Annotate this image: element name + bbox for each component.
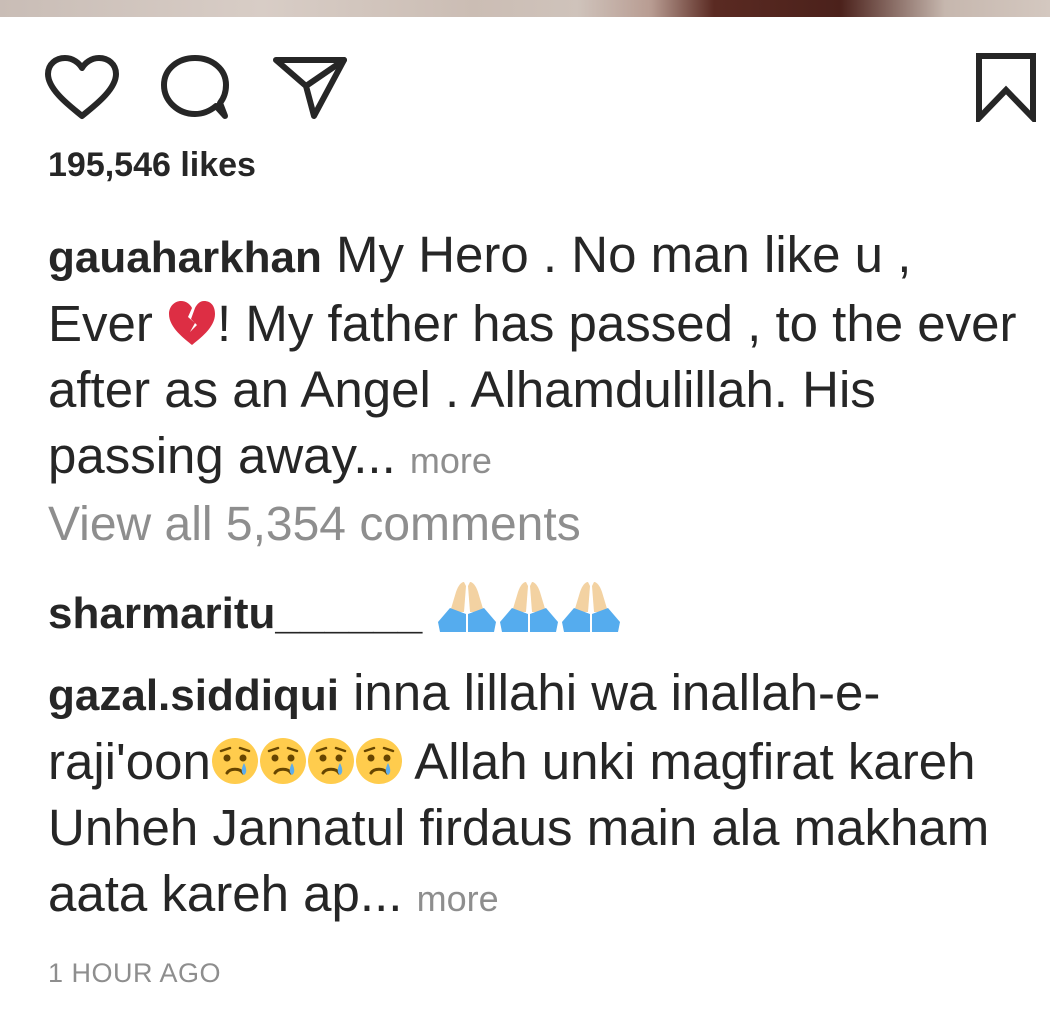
crying-face-icon <box>259 737 307 785</box>
crying-face-icon <box>307 737 355 785</box>
folded-hands-icon <box>498 578 560 634</box>
view-all-comments-link[interactable]: View all 5,354 comments <box>48 497 581 552</box>
comment-username[interactable]: gazal.siddiqui <box>48 671 339 720</box>
post-caption: gauaharkhan My Hero . No man like u , Ev… <box>48 222 1028 494</box>
folded-hands-icon <box>560 578 622 634</box>
post-timestamp: 1 HOUR AGO <box>48 958 222 988</box>
broken-heart-icon <box>167 299 217 347</box>
comment-icon[interactable] <box>158 54 232 120</box>
folded-hands-icon <box>436 578 498 634</box>
caption-username[interactable]: gauaharkhan <box>48 233 322 282</box>
comment: gazal.siddiqui inna lillahi wa inallah-e… <box>48 660 1028 932</box>
comment: sharmaritu______ <box>48 578 1028 647</box>
likes-count[interactable]: 195,546 likes <box>48 146 256 185</box>
crying-face-icon <box>211 737 259 785</box>
bookmark-icon[interactable] <box>974 52 1038 122</box>
comment-more-link[interactable]: more <box>417 878 499 919</box>
heart-icon[interactable] <box>44 54 120 120</box>
caption-more-link[interactable]: more <box>410 440 492 481</box>
post-image-bottom-edge <box>0 0 1050 17</box>
comment-username[interactable]: sharmaritu______ <box>48 589 422 638</box>
crying-face-icon <box>355 737 403 785</box>
paper-plane-icon[interactable] <box>272 54 348 120</box>
